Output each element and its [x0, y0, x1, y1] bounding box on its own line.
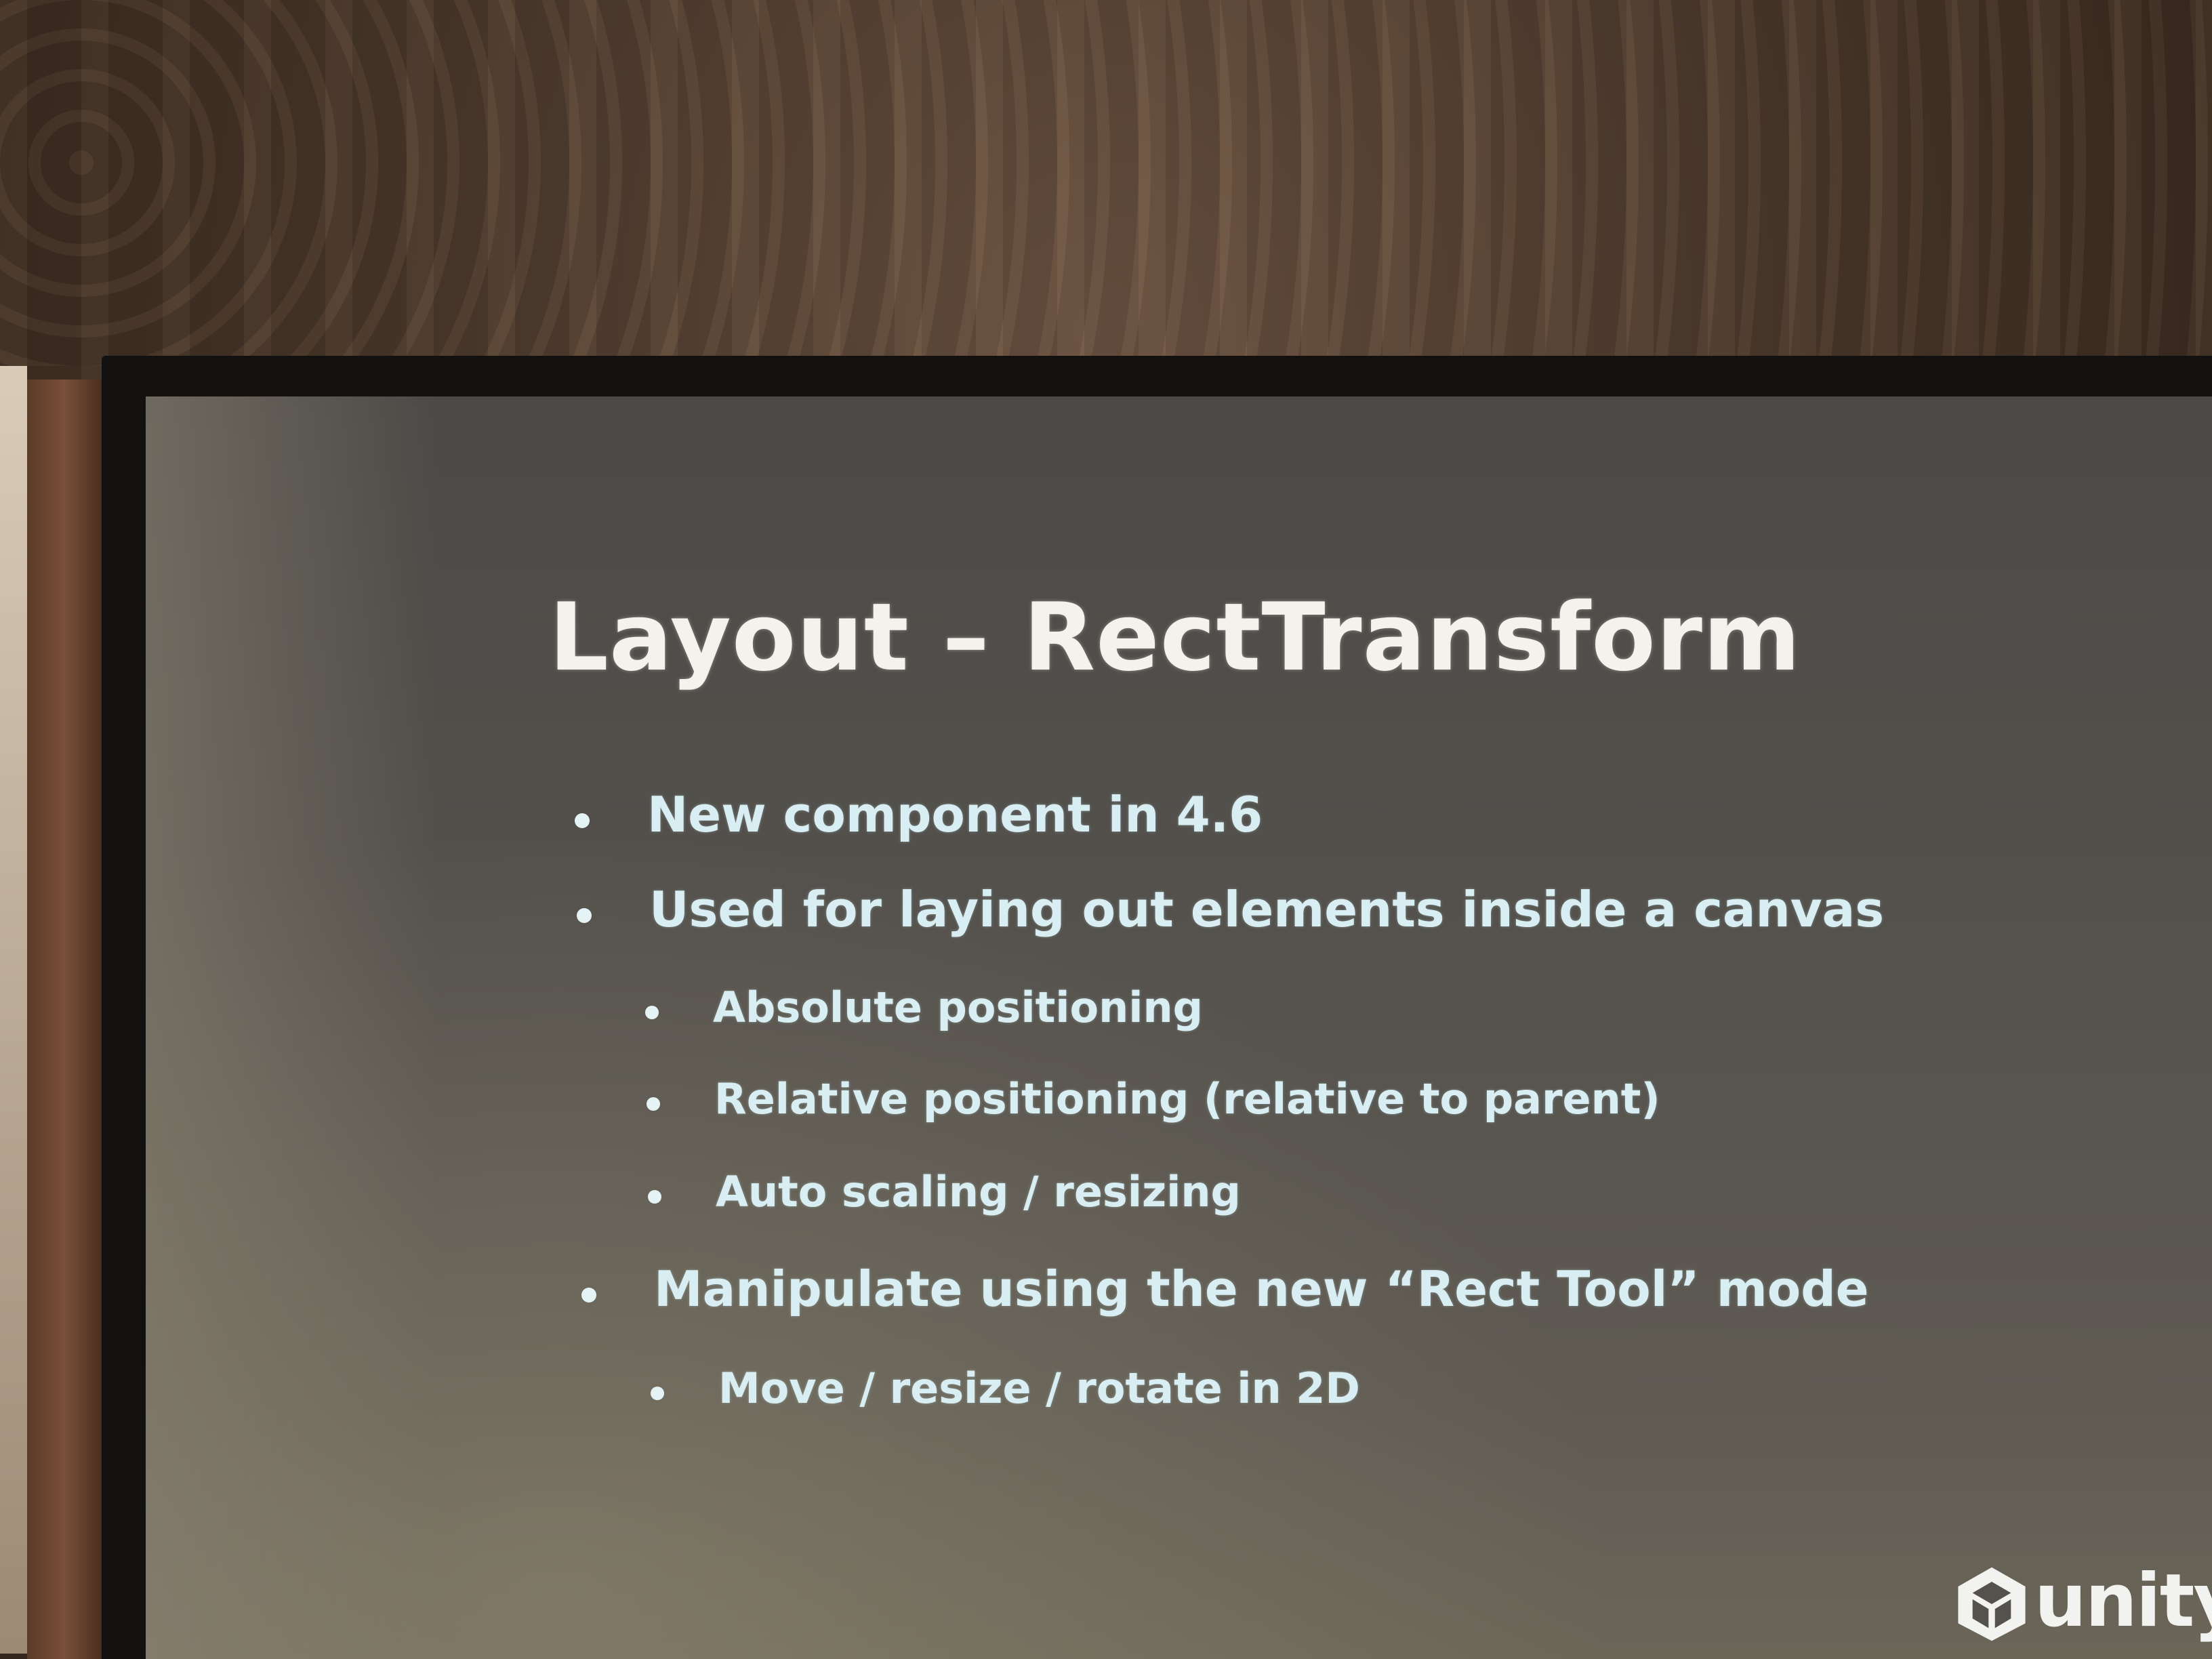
bullet-dot-icon [577, 908, 592, 923]
unity-cube-icon [1958, 1567, 2026, 1641]
bullet-dot-icon [647, 1097, 660, 1111]
bullet-dot-icon [581, 1288, 596, 1303]
slide-title: Layout – RectTransform [549, 583, 1801, 692]
bullet-text: Relative positioning (relative to parent… [714, 1074, 1660, 1124]
photo-scene: Layout – RectTransform New component in … [0, 0, 2212, 1659]
bullet-text: Auto scaling / resizing [716, 1167, 1241, 1216]
sub-bullet-item: Relative positioning (relative to parent… [647, 1074, 1660, 1124]
bullet-item: New component in 4.6 [575, 786, 1263, 843]
sub-bullet-item: Absolute positioning [645, 983, 1204, 1032]
bullet-dot-icon [651, 1387, 664, 1400]
bullet-text: Manipulate using the new “Rect Tool” mod… [654, 1261, 1869, 1317]
bullet-text: Used for laying out elements inside a ca… [649, 881, 1885, 938]
bullet-dot-icon [645, 1006, 659, 1019]
bullet-item: Used for laying out elements inside a ca… [577, 881, 1885, 938]
sub-bullet-item: Move / resize / rotate in 2D [651, 1364, 1360, 1413]
unity-logo: unity [1952, 1559, 2212, 1647]
bullet-text: Move / resize / rotate in 2D [718, 1364, 1360, 1413]
bullet-dot-icon [575, 813, 590, 828]
left-wood-trim [27, 380, 102, 1659]
logo-text: unity [2034, 1559, 2212, 1643]
bullet-text: New component in 4.6 [647, 786, 1263, 843]
screen-light-glow [146, 396, 437, 1659]
left-wall-panel [0, 366, 27, 1654]
bullet-text: Absolute positioning [713, 983, 1204, 1032]
bullet-dot-icon [648, 1190, 661, 1204]
sub-bullet-item: Auto scaling / resizing [648, 1167, 1241, 1216]
wallpaper-background [0, 0, 2212, 366]
bullet-item: Manipulate using the new “Rect Tool” mod… [581, 1261, 1869, 1317]
